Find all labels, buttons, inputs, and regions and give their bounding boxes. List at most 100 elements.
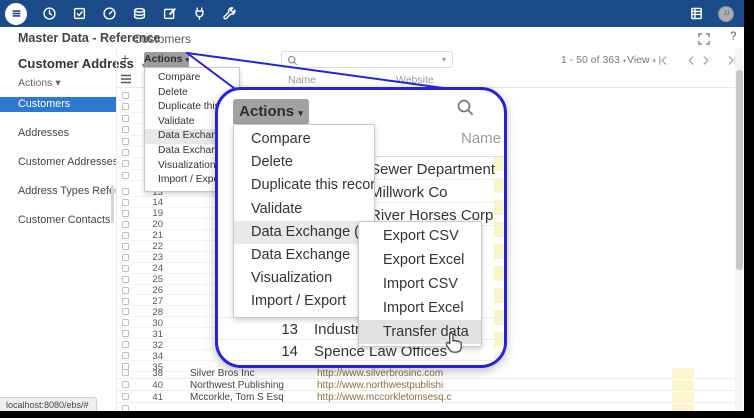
next-page-button[interactable] <box>700 53 712 65</box>
table-row[interactable] <box>117 403 735 411</box>
row-checkbox[interactable] <box>122 341 129 348</box>
table-row[interactable]: 20 <box>117 219 215 230</box>
dashboard-icon[interactable] <box>102 6 117 21</box>
table-row[interactable]: 21 <box>117 230 215 241</box>
row-checkbox[interactable] <box>122 393 129 400</box>
row-checkbox[interactable] <box>122 188 129 195</box>
wrench-icon[interactable] <box>222 6 237 21</box>
pagination-range[interactable]: 1 - 50 of 363 ▾ <box>561 54 626 66</box>
app-logo-icon[interactable] <box>5 3 27 25</box>
row-checkbox[interactable] <box>122 352 129 359</box>
row-website-link[interactable]: http://www.northwestpublishi <box>317 380 589 391</box>
submenu-item[interactable]: Import Excel <box>359 296 481 320</box>
menu-item[interactable]: Delete ▸ <box>234 151 374 174</box>
submenu-item[interactable]: Import CSV <box>359 272 481 296</box>
row-checkbox[interactable] <box>122 319 129 326</box>
table-row[interactable]: Millwork Co <box>370 180 504 203</box>
table-row[interactable]: 19 <box>117 208 215 219</box>
actions-button[interactable]: Actions ▾ <box>233 99 309 125</box>
search-filter-caret-icon[interactable]: ▾ <box>442 55 446 64</box>
menu-item[interactable]: Validate ▸ <box>234 198 374 221</box>
row-checkbox[interactable] <box>122 276 129 283</box>
plug-icon[interactable] <box>192 6 207 21</box>
table-row[interactable]: 41 Mccorkle, Tom S Esq http://www.mccork… <box>117 391 735 403</box>
user-avatar[interactable]: JJ <box>718 6 734 22</box>
table-row[interactable]: Sewer Department <box>370 157 504 180</box>
table-row[interactable]: 27 <box>117 296 215 307</box>
sidebar-item[interactable]: Addresses <box>0 126 116 140</box>
menu-item[interactable]: Duplicate this record ▸ <box>234 174 374 197</box>
table-row[interactable]: 26 <box>117 285 215 296</box>
row-checkbox[interactable] <box>122 254 129 261</box>
row-checkbox[interactable] <box>122 265 129 272</box>
list-menu-icon[interactable] <box>120 72 132 84</box>
table-row[interactable]: 23 <box>117 252 215 263</box>
column-header-name[interactable]: Name <box>288 74 316 86</box>
add-record-button[interactable]: + <box>121 50 129 66</box>
column-header-website[interactable]: Website <box>396 74 434 86</box>
row-checkbox[interactable] <box>122 232 129 239</box>
row-checkbox[interactable] <box>122 287 129 294</box>
row-checkbox[interactable] <box>122 308 129 315</box>
table-row[interactable]: 30 <box>117 317 215 328</box>
row-website-link[interactable]: http://www.silverbrosinc.com <box>317 368 589 379</box>
menu-item[interactable]: Compare <box>145 71 239 86</box>
row-website-link[interactable]: http://www.mccorkletomsesq.c <box>317 392 589 403</box>
search-icon[interactable] <box>456 98 475 117</box>
row-checkbox[interactable] <box>122 298 129 305</box>
submenu-item[interactable]: Export Excel <box>359 248 481 272</box>
table-row[interactable]: 31 <box>117 328 215 339</box>
expand-icon[interactable] <box>698 32 710 44</box>
row-checkbox[interactable] <box>122 405 129 411</box>
menu-item[interactable]: Import / Export ▸ <box>234 290 374 313</box>
vertical-scrollbar-thumb[interactable] <box>736 70 743 270</box>
sidebar-actions-dropdown[interactable]: Actions ▾ <box>18 77 61 89</box>
row-checkbox[interactable] <box>122 369 129 376</box>
edit-icon[interactable] <box>162 6 177 21</box>
view-dropdown[interactable]: View ▾ <box>627 54 656 66</box>
sidebar-item[interactable]: Customers <box>0 97 116 112</box>
row-checkbox[interactable] <box>122 126 129 133</box>
table-row[interactable]: 28 <box>117 306 215 317</box>
table-row[interactable]: 40 Northwest Publishing http://www.north… <box>117 379 735 391</box>
table-row[interactable]: 14 <box>117 197 215 208</box>
row-checkbox[interactable] <box>122 172 129 179</box>
table-row[interactable]: 32 <box>117 339 215 350</box>
first-page-button[interactable] <box>657 53 669 65</box>
sidebar-item[interactable]: Address Types Reference <box>0 184 116 198</box>
row-checkbox[interactable] <box>122 103 129 110</box>
menu-item[interactable]: Data Exchange ▸ <box>234 244 374 267</box>
row-checkbox[interactable] <box>122 381 129 388</box>
table-row[interactable]: 22 <box>117 241 215 252</box>
row-checkbox[interactable] <box>122 243 129 250</box>
search-input[interactable]: ▾ <box>281 51 453 68</box>
menu-item[interactable]: Compare ▸ <box>234 128 374 151</box>
database-icon[interactable] <box>132 6 147 21</box>
table-row[interactable]: 34 <box>117 350 215 361</box>
help-icon[interactable]: ? <box>730 31 736 43</box>
menu-item[interactable]: Data Exchange (New) ▸ <box>234 221 374 244</box>
row-checkbox[interactable] <box>122 160 129 167</box>
row-name: Northwest Publishing <box>190 380 284 391</box>
clock-icon[interactable] <box>42 6 57 21</box>
row-checkbox[interactable] <box>122 199 129 206</box>
table-row[interactable]: 25 <box>117 274 215 285</box>
row-checkbox[interactable] <box>122 330 129 337</box>
tasks-icon[interactable] <box>72 6 87 21</box>
sidebar-item[interactable]: Customer Contacts <box>0 213 116 227</box>
row-checkbox[interactable] <box>122 221 129 228</box>
actions-button[interactable]: Actions ▾ <box>144 52 189 68</box>
sidebar-item[interactable]: Customer Addresses <box>0 155 116 169</box>
row-checkbox[interactable] <box>122 210 129 217</box>
row-checkbox[interactable] <box>122 115 129 122</box>
row-checkbox[interactable] <box>122 138 129 145</box>
prev-page-button[interactable] <box>686 53 698 65</box>
row-checkbox[interactable] <box>122 149 129 156</box>
menu-item[interactable]: Visualization ▸ <box>234 267 374 290</box>
submenu-item[interactable]: Export CSV <box>359 224 481 248</box>
table-row[interactable]: 38 Silver Bros Inc http://www.silverbros… <box>117 367 735 379</box>
row-checkbox[interactable] <box>122 92 129 99</box>
table-row[interactable]: 24 <box>117 263 215 274</box>
grid-list-icon[interactable] <box>689 6 704 21</box>
sidebar-scrollbar[interactable] <box>111 185 114 223</box>
